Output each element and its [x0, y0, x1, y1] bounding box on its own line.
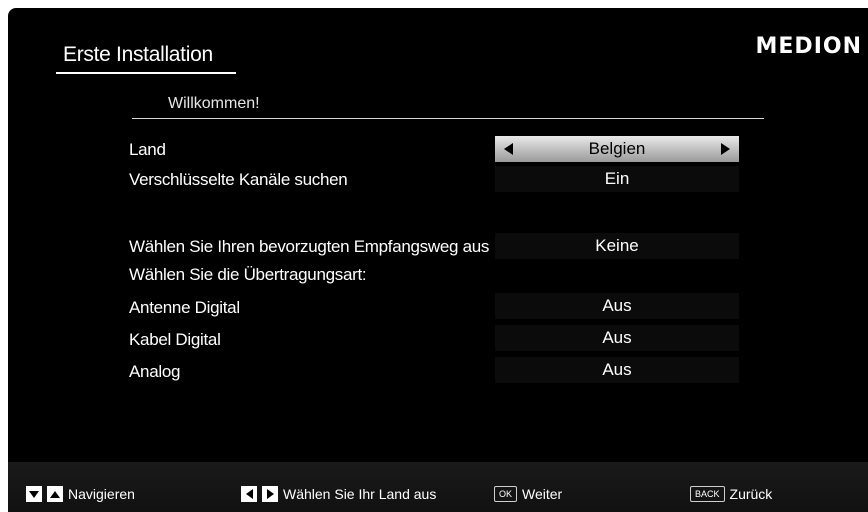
reception-path-label: Wählen Sie Ihren bevorzugten Empfangsweg… [129, 237, 490, 256]
hint-back: BACK Zurück [690, 486, 772, 502]
back-key-icon: BACK [690, 486, 725, 502]
medion-logo: MEDION [755, 34, 862, 59]
antenna-digital-value[interactable]: Aus [495, 293, 739, 319]
hint-back-label: Zurück [729, 486, 773, 502]
country-label: Land [129, 140, 166, 159]
cable-digital-label: Kabel Digital [129, 330, 221, 349]
country-selector[interactable]: Belgien [495, 136, 739, 162]
hint-select-country-label: Wählen Sie Ihr Land aus [283, 486, 437, 502]
left-key-icon [241, 486, 257, 502]
ok-key-icon: OK [494, 486, 518, 502]
encrypted-channels-label: Verschlüsselte Kanäle suchen [129, 170, 348, 189]
hint-select-country: Wählen Sie Ihr Land aus [241, 486, 436, 502]
title-underline [56, 72, 236, 74]
hint-navigate: Navigieren [26, 486, 135, 502]
country-value: Belgien [588, 139, 646, 158]
tv-screen: Erste Installation MEDION Willkommen! La… [8, 8, 868, 512]
page-title: Erste Installation [63, 43, 213, 66]
welcome-heading: Willkommen! [168, 95, 260, 112]
hint-navigate-label: Navigieren [68, 486, 135, 502]
antenna-digital-label: Antenne Digital [129, 298, 240, 317]
down-key-icon [26, 486, 42, 502]
cable-digital-value[interactable]: Aus [495, 325, 739, 351]
welcome-divider [132, 118, 764, 119]
analog-label: Analog [129, 362, 181, 381]
right-arrow-icon[interactable] [721, 143, 730, 155]
right-key-icon [262, 486, 278, 502]
transmission-type-label: Wählen Sie die Übertragungsart: [129, 265, 367, 284]
hint-next-label: Weiter [522, 486, 563, 502]
reception-path-value[interactable]: Keine [495, 233, 739, 259]
hint-next: OK Weiter [494, 486, 562, 502]
analog-value[interactable]: Aus [495, 357, 739, 383]
encrypted-channels-value[interactable]: Ein [495, 166, 739, 192]
left-arrow-icon[interactable] [504, 143, 513, 155]
up-key-icon [47, 486, 63, 502]
